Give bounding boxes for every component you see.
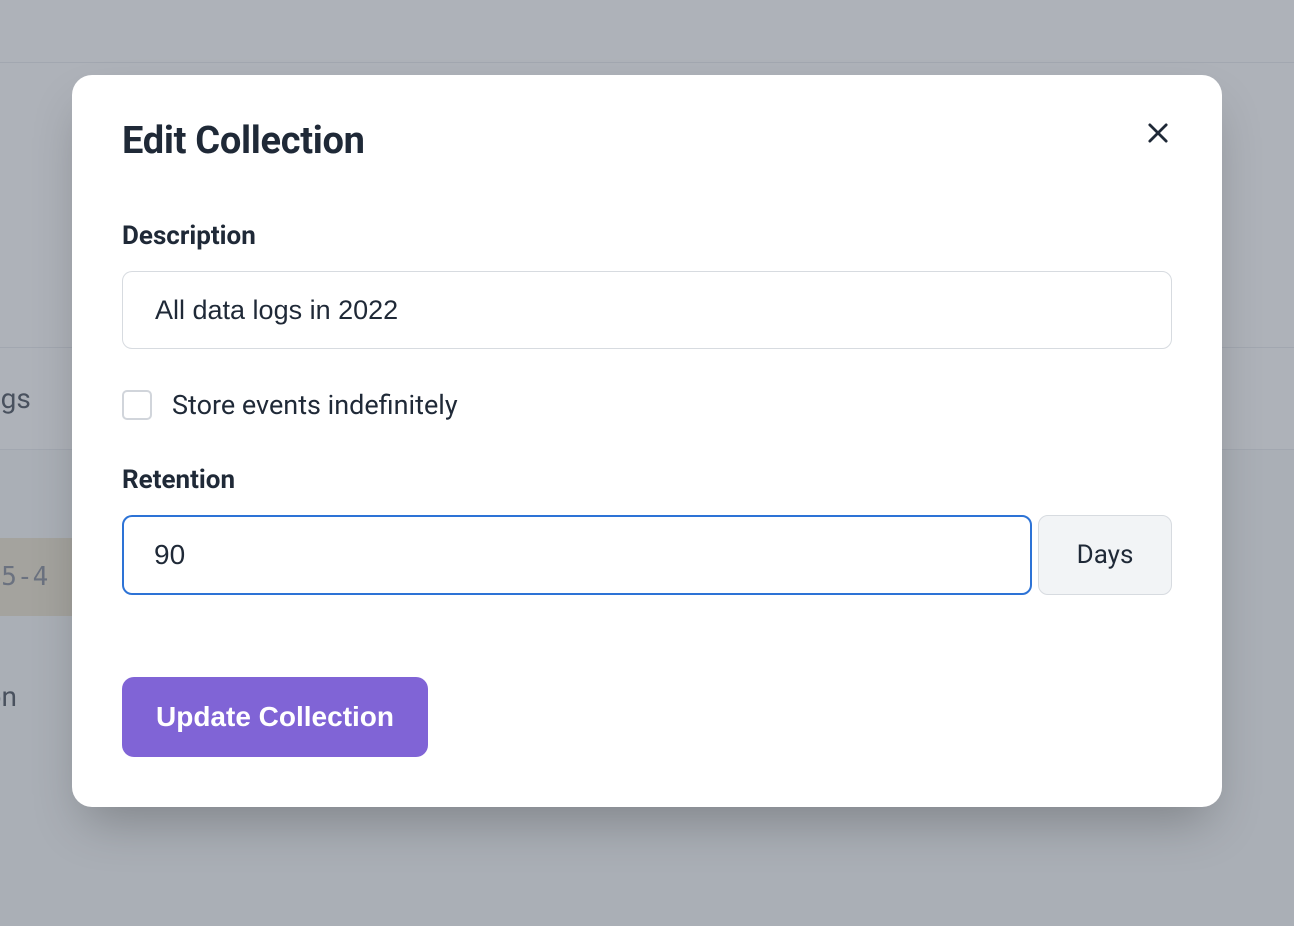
retention-label: Retention (122, 465, 1172, 495)
retention-input[interactable] (122, 515, 1032, 595)
store-indefinitely-checkbox[interactable] (122, 390, 152, 420)
modal-title: Edit Collection (122, 119, 365, 163)
close-icon (1144, 119, 1172, 147)
update-collection-button[interactable]: Update Collection (122, 677, 428, 757)
store-indefinitely-label: Store events indefinitely (172, 389, 458, 421)
store-indefinitely-row: Store events indefinitely (122, 389, 1172, 421)
description-input[interactable] (122, 271, 1172, 349)
retention-unit: Days (1038, 515, 1172, 595)
retention-row: Days (122, 515, 1172, 595)
modal-header: Edit Collection (122, 119, 1172, 163)
edit-collection-modal: Edit Collection Description Store events… (72, 75, 1222, 807)
close-button[interactable] (1138, 113, 1178, 153)
description-label: Description (122, 221, 1172, 251)
